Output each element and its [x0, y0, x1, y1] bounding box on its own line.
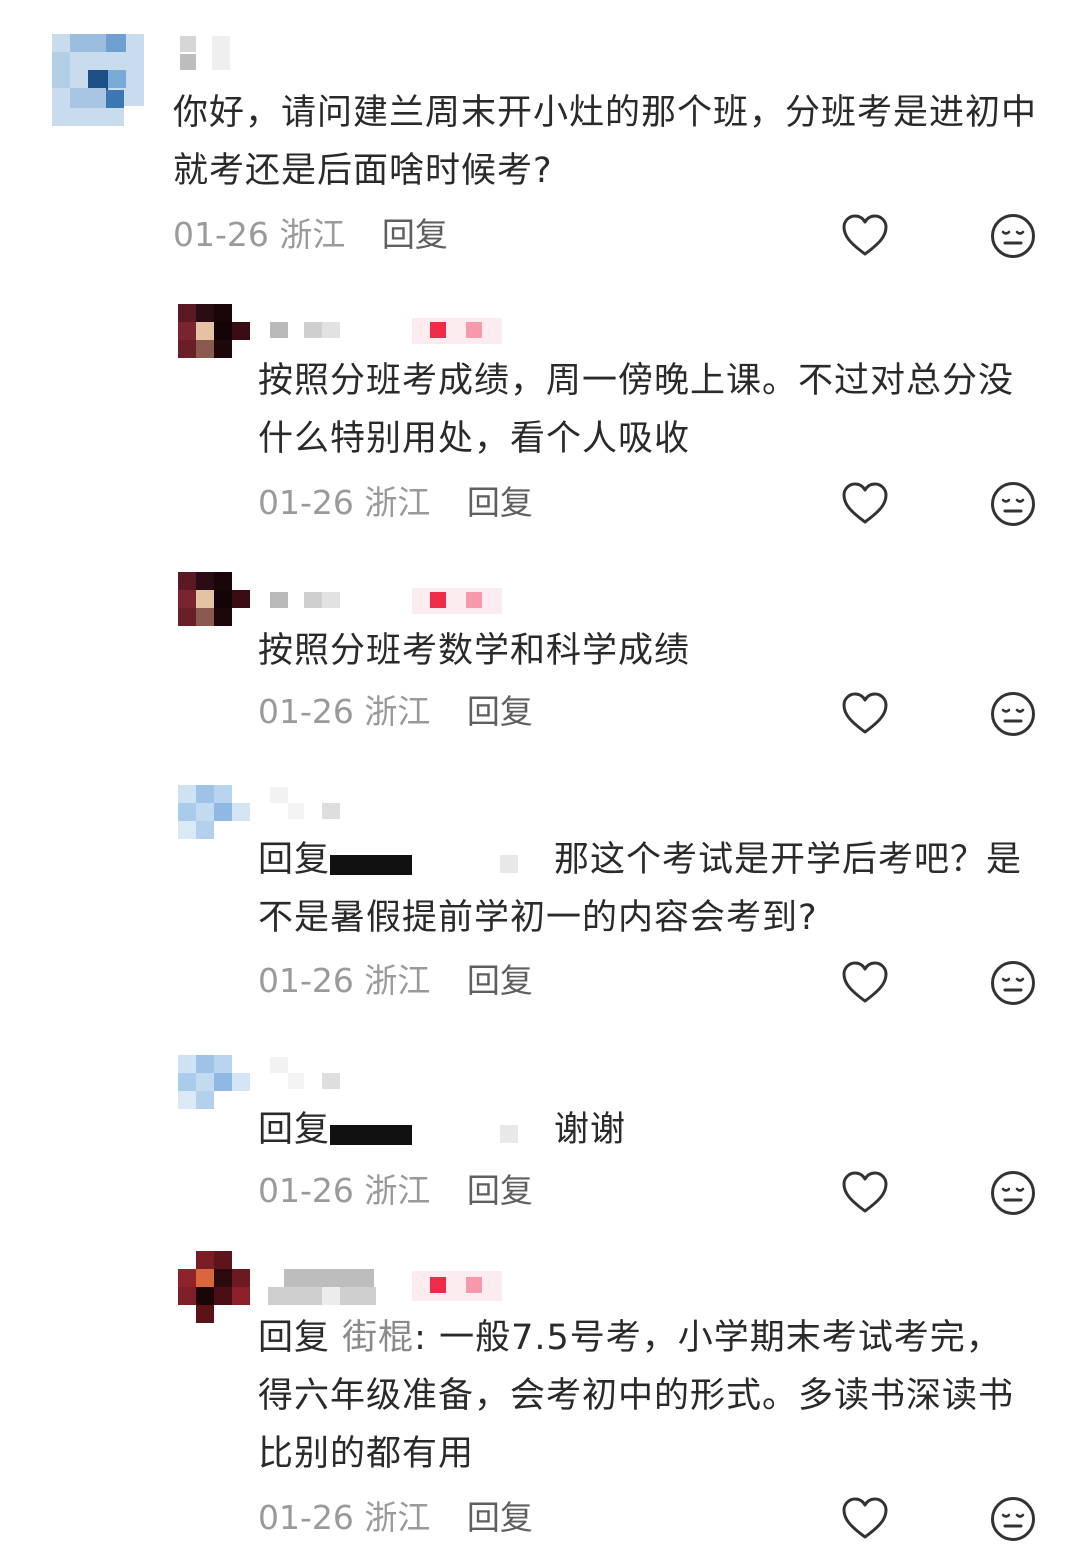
comment-location: 浙江 — [364, 483, 431, 522]
comment-meta: 01-26 浙江 回复 — [258, 1496, 533, 1540]
heart-icon[interactable] — [840, 1494, 890, 1544]
avatar[interactable] — [178, 785, 252, 841]
mention-link[interactable]: 街棍 — [342, 1318, 414, 1358]
username-blurred[interactable] — [176, 36, 256, 70]
avatar[interactable] — [178, 572, 252, 626]
comment-5: 回复 谢谢 01-26 浙江 回复 — [0, 1045, 1080, 1245]
badge-icon — [430, 1277, 446, 1293]
comment-location: 浙江 — [364, 961, 431, 1000]
reply-button[interactable]: 回复 — [467, 961, 533, 1000]
meh-face-icon[interactable] — [988, 211, 1038, 261]
mention-redacted[interactable] — [330, 1113, 554, 1145]
heart-icon[interactable] — [840, 689, 890, 739]
comment-location: 浙江 — [279, 215, 346, 254]
reply-prefix: 回复 — [258, 1110, 331, 1150]
username-blurred[interactable] — [266, 1269, 506, 1305]
badge-icon — [430, 592, 446, 608]
comment-text: 按照分班考数学和科学成绩 — [258, 631, 691, 671]
avatar[interactable] — [178, 304, 252, 358]
comment-meta: 01-26 浙江 回复 — [258, 481, 533, 525]
comment-3: 按照分班考数学和科学成绩 01-26 浙江 回复 — [0, 550, 1080, 775]
comment-2: 按照分班考成绩，周一傍晚上课。不过对总分没什么特别用处，看个人吸收 01-26 … — [0, 280, 1080, 550]
heart-icon[interactable] — [840, 1168, 890, 1218]
comment-meta: 01-26 浙江 回复 — [258, 690, 533, 734]
avatar[interactable] — [178, 1251, 252, 1325]
username-blurred[interactable] — [266, 1057, 346, 1089]
mention-redacted[interactable] — [330, 843, 554, 875]
comment-date: 01-26 — [258, 1171, 354, 1210]
reply-button[interactable]: 回复 — [467, 1498, 533, 1537]
reply-button[interactable]: 回复 — [467, 483, 533, 522]
reply-button[interactable]: 回复 — [382, 215, 448, 254]
comment-date: 01-26 — [258, 1498, 354, 1537]
comment-text: 回复 那这个考试是开学后考吧？是不是暑假提前学初一的内容会考到? — [258, 831, 1038, 947]
meh-face-icon[interactable] — [988, 1168, 1038, 1218]
avatar[interactable] — [52, 34, 144, 126]
comment-1: 你好，请问建兰周末开小灶的那个班，分班考是进初中就考还是后面啥时候考? 01-2… — [0, 0, 1080, 280]
comment-text: 你好，请问建兰周末开小灶的那个班，分班考是进初中就考还是后面啥时候考? — [173, 93, 1038, 191]
comment-location: 浙江 — [364, 692, 431, 731]
heart-icon[interactable] — [840, 958, 890, 1008]
meh-face-icon[interactable] — [988, 1494, 1038, 1544]
reply-content: 谢谢 — [554, 1110, 627, 1150]
comment-text: 回复 谢谢 — [258, 1101, 1038, 1159]
comment-meta: 01-26 浙江 回复 — [258, 959, 533, 1003]
heart-icon[interactable] — [840, 211, 890, 261]
badge-icon — [430, 322, 446, 338]
heart-icon[interactable] — [840, 479, 890, 529]
comment-4: 回复 那这个考试是开学后考吧？是不是暑假提前学初一的内容会考到? 01-26 浙江… — [0, 775, 1080, 1045]
comment-meta: 01-26 浙江 回复 — [258, 1169, 533, 1213]
meh-face-icon[interactable] — [988, 958, 1038, 1008]
comment-location: 浙江 — [364, 1498, 431, 1537]
meh-face-icon[interactable] — [988, 479, 1038, 529]
comment-date: 01-26 — [258, 483, 354, 522]
meh-face-icon[interactable] — [988, 689, 1038, 739]
comment-text: 回复 街棍: 一般7.5号考，小学期末考试考完，得六年级准备，会考初中的形式。多… — [258, 1309, 1018, 1483]
comment-date: 01-26 — [258, 961, 354, 1000]
comment-6: 回复 街棍: 一般7.5号考，小学期末考试考完，得六年级准备，会考初中的形式。多… — [0, 1245, 1080, 1553]
comment-location: 浙江 — [364, 1171, 431, 1210]
comment-date: 01-26 — [258, 692, 354, 731]
reply-prefix: 回复 — [258, 1318, 331, 1358]
comment-date: 01-26 — [173, 215, 269, 254]
comment-meta: 01-26 浙江 回复 — [173, 213, 448, 257]
reply-button[interactable]: 回复 — [467, 692, 533, 731]
username-blurred[interactable] — [266, 787, 346, 819]
username-blurred[interactable] — [266, 588, 506, 616]
username-blurred[interactable] — [266, 318, 506, 346]
reply-prefix: 回复 — [258, 840, 331, 880]
comment-text: 按照分班考成绩，周一傍晚上课。不过对总分没什么特别用处，看个人吸收 — [258, 361, 1015, 459]
reply-button[interactable]: 回复 — [467, 1171, 533, 1210]
avatar[interactable] — [178, 1055, 252, 1111]
